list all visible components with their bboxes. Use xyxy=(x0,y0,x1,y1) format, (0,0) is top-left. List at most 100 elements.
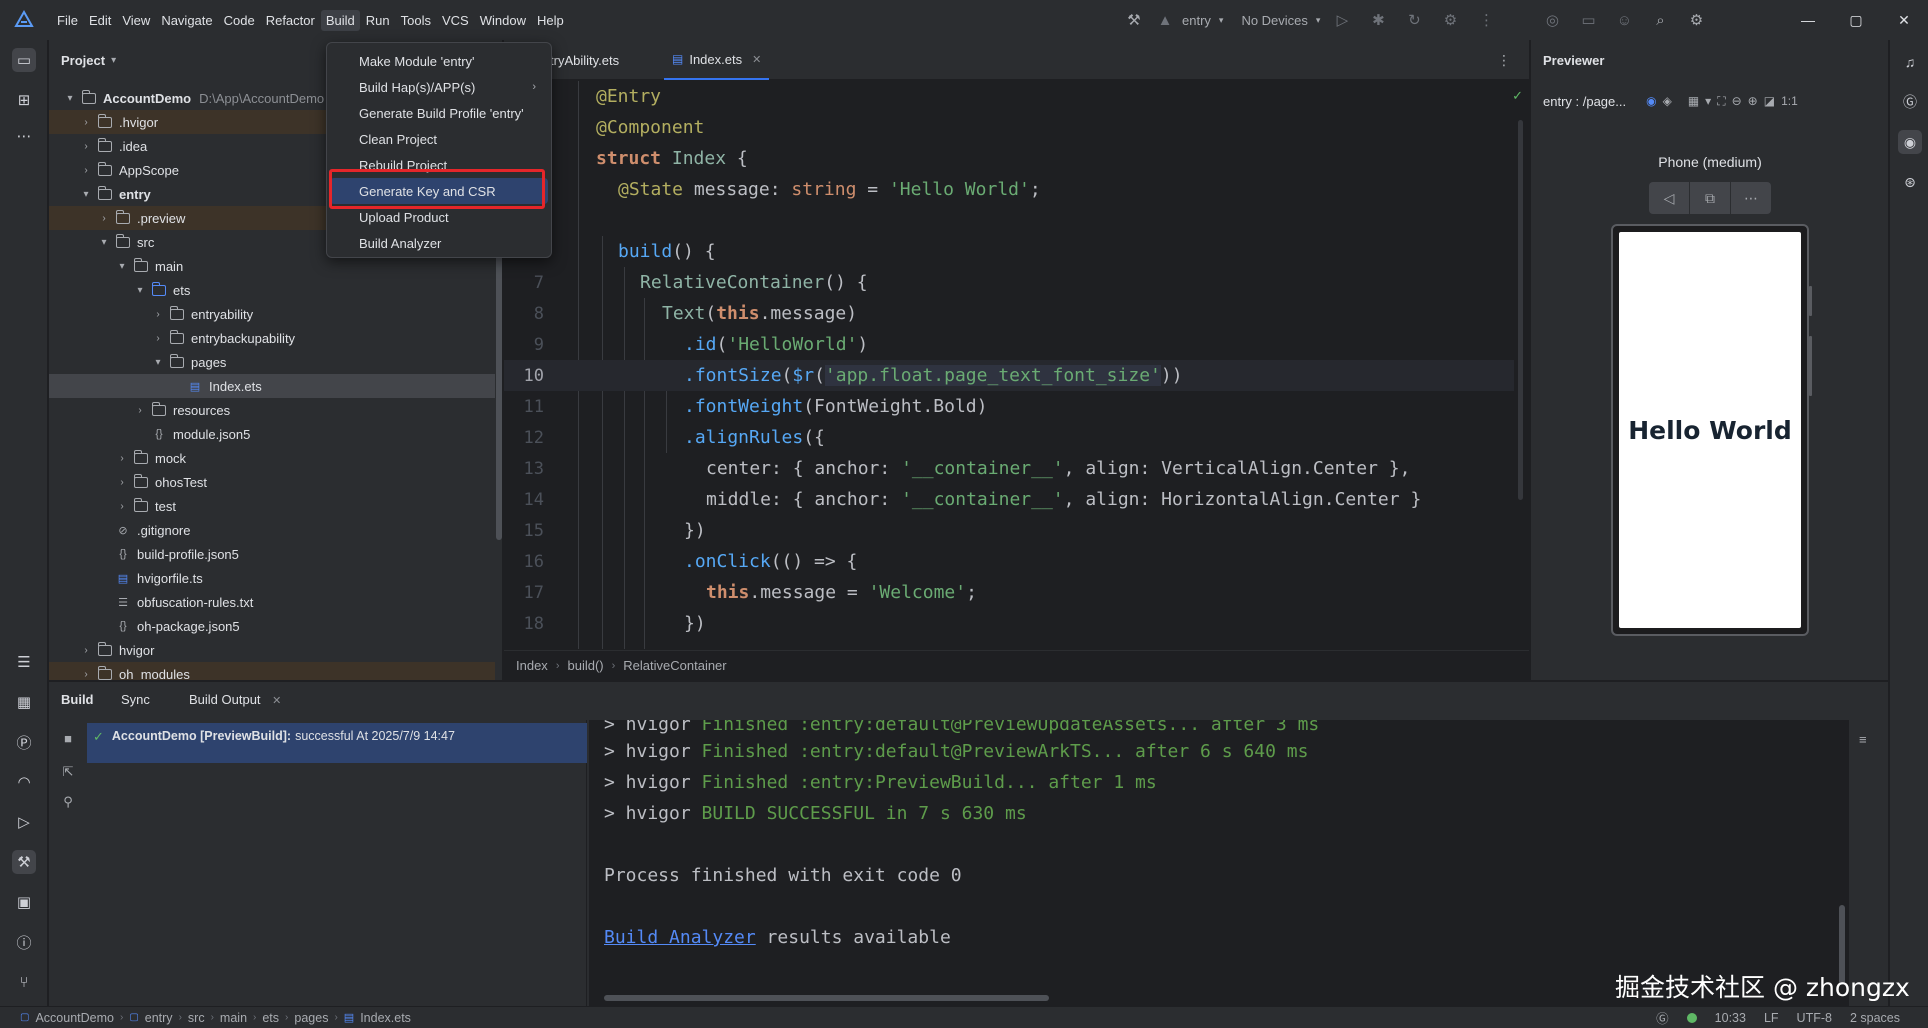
open-external-icon[interactable]: ⇱ xyxy=(60,764,76,780)
tree-item-entrybackupability[interactable]: › entrybackupability xyxy=(49,326,495,350)
breadcrumb-item[interactable]: Index xyxy=(516,658,548,673)
copilot-icon[interactable]: Ⓖ xyxy=(1898,90,1922,114)
status-path-item[interactable]: ets xyxy=(262,1011,279,1025)
menu-run[interactable]: Run xyxy=(361,10,395,31)
zoom-out-icon[interactable]: ⊖ xyxy=(1732,94,1742,108)
tab-entryability[interactable]: tryAbility.ets xyxy=(550,40,619,80)
tree-item-index-ets[interactable]: ▤ Index.ets xyxy=(49,374,495,398)
status-path-item[interactable]: entry xyxy=(145,1011,173,1025)
ratio-label[interactable]: 1:1 xyxy=(1781,94,1798,108)
build-console[interactable]: > hvigor Finished :entry:default@Preview… xyxy=(589,720,1849,1007)
menu-navigate[interactable]: Navigate xyxy=(156,10,217,31)
build-hammer-icon[interactable]: ⚒ xyxy=(12,850,36,874)
tree-item-module-json5[interactable]: {} module.json5 xyxy=(49,422,495,446)
grid-icon[interactable]: ▦ xyxy=(1688,94,1699,108)
structure-icon[interactable]: ⊞ xyxy=(12,88,36,112)
device-manager-icon[interactable]: ⊛ xyxy=(1898,170,1922,194)
services-icon[interactable]: ▷ xyxy=(12,810,36,834)
tree-item-ets[interactable]: ▾ ets xyxy=(49,278,495,302)
git-branch-icon[interactable]: ⑂ xyxy=(12,970,36,994)
maximize-icon[interactable]: ▢ xyxy=(1832,0,1880,40)
hammer-icon[interactable]: ⚒ xyxy=(1120,6,1148,34)
tree-item-pages[interactable]: ▾ pages xyxy=(49,350,495,374)
menu-edit[interactable]: Edit xyxy=(84,10,116,31)
tree-item-oh-modules[interactable]: › oh_modules xyxy=(49,662,495,680)
indent-setting[interactable]: 2 spaces xyxy=(1850,1011,1900,1025)
status-path-item[interactable]: pages xyxy=(294,1011,328,1025)
inspector-icon[interactable]: ◉ xyxy=(1646,94,1656,108)
close-icon[interactable]: ✕ xyxy=(752,53,761,66)
search-icon[interactable]: ⌕ xyxy=(1646,6,1674,34)
menu-item-clean-project[interactable]: Clean Project xyxy=(330,126,548,152)
tree-item-hvigor[interactable]: › hvigor xyxy=(49,638,495,662)
tree-item-gitignore[interactable]: ⊘ .gitignore xyxy=(49,518,495,542)
line-separator[interactable]: LF xyxy=(1764,1011,1779,1025)
menu-file[interactable]: File xyxy=(52,10,83,31)
tree-item-resources[interactable]: › resources xyxy=(49,398,495,422)
tree-item-ohostest[interactable]: › ohosTest xyxy=(49,470,495,494)
profiler-p-icon[interactable]: Ⓟ xyxy=(12,730,36,754)
table-icon[interactable]: ▦ xyxy=(12,690,36,714)
copilot-status-icon[interactable]: Ⓖ xyxy=(1656,1008,1669,1027)
user-icon[interactable]: ☺ xyxy=(1610,6,1638,34)
more-vertical-icon[interactable]: ⋮ xyxy=(1472,6,1500,34)
cursor-position[interactable]: 10:33 xyxy=(1715,1011,1746,1025)
soft-wrap-icon[interactable]: ≡ xyxy=(1859,732,1867,747)
menu-window[interactable]: Window xyxy=(475,10,531,31)
module-selector[interactable]: entry xyxy=(1182,13,1211,28)
page-selector[interactable]: entry : /page... xyxy=(1543,94,1626,109)
project-folder-icon[interactable]: ▭ xyxy=(12,48,36,72)
more-vertical-icon[interactable]: ⋮ xyxy=(1497,52,1511,69)
tree-item-oh-package[interactable]: {} oh-package.json5 xyxy=(49,614,495,638)
status-path-item[interactable]: Index.ets xyxy=(360,1011,411,1025)
todo-icon[interactable]: ☰ xyxy=(12,650,36,674)
status-path-item[interactable]: AccountDemo xyxy=(35,1011,114,1025)
menu-item-build-analyzer[interactable]: Build Analyzer xyxy=(330,230,548,256)
editor-scrollbar[interactable] xyxy=(1518,120,1523,500)
fit-icon[interactable]: ⛶ xyxy=(1717,94,1725,109)
device-selector[interactable]: No Devices xyxy=(1241,13,1307,28)
menu-item-generate-build-profile[interactable]: Generate Build Profile 'entry' xyxy=(330,100,548,126)
menu-code[interactable]: Code xyxy=(219,10,260,31)
reload-icon[interactable]: ↻ xyxy=(1400,6,1428,34)
file-encoding[interactable]: UTF-8 xyxy=(1797,1011,1832,1025)
menu-item-make-module[interactable]: Make Module 'entry' xyxy=(330,48,548,74)
pin-icon[interactable]: ⚲ xyxy=(60,794,76,810)
menu-build[interactable]: Build xyxy=(320,9,360,31)
tree-item-hvigorfile[interactable]: ▤ hvigorfile.ts xyxy=(49,566,495,590)
more-horizontal-icon[interactable]: ⋯ xyxy=(1731,182,1771,214)
close-icon[interactable]: ✕ xyxy=(1880,0,1928,40)
layers-icon[interactable]: ◈ xyxy=(1663,94,1672,108)
close-icon[interactable]: ✕ xyxy=(272,695,281,707)
folder-sync-icon[interactable]: ▭ xyxy=(1574,6,1602,34)
tab-build[interactable]: Build xyxy=(61,692,94,707)
preview-text[interactable]: Hello World xyxy=(1628,416,1792,445)
console-horizontal-scrollbar[interactable] xyxy=(604,995,1049,1001)
menu-refactor[interactable]: Refactor xyxy=(261,10,320,31)
problems-icon[interactable]: ⓘ xyxy=(12,930,36,954)
profiler-icon[interactable]: ⚙ xyxy=(1436,6,1464,34)
more-horizontal-icon[interactable]: ⋯ xyxy=(12,124,36,148)
build-result-item[interactable]: ✓ AccountDemo [PreviewBuild]: successful… xyxy=(87,723,587,763)
tab-sync[interactable]: Sync xyxy=(121,692,150,707)
tree-item-build-profile[interactable]: {} build-profile.json5 xyxy=(49,542,495,566)
zoom-in-icon[interactable]: ⊕ xyxy=(1748,94,1758,108)
menu-vcs[interactable]: VCS xyxy=(437,10,474,31)
menu-item-build-hap[interactable]: Build Hap(s)/APP(s) › xyxy=(330,74,548,100)
status-path-item[interactable]: main xyxy=(220,1011,247,1025)
breadcrumb-item[interactable]: RelativeContainer xyxy=(623,658,726,673)
wifi-icon[interactable]: ◠ xyxy=(12,770,36,794)
build-analyzer-link[interactable]: Build Analyzer xyxy=(604,927,756,948)
stop-icon[interactable]: ■ xyxy=(60,730,76,746)
gear-icon[interactable]: ⚙ xyxy=(1682,6,1710,34)
eye-icon[interactable]: ◉ xyxy=(1898,130,1922,154)
tree-item-mock[interactable]: › mock xyxy=(49,446,495,470)
rotate-icon[interactable]: ⧉ xyxy=(1690,182,1731,214)
tab-build-output[interactable]: Build Output ✕ xyxy=(189,692,281,707)
run-icon[interactable]: ▷ xyxy=(1328,6,1356,34)
menu-tools[interactable]: Tools xyxy=(396,10,436,31)
tab-index-ets[interactable]: ▤ Index.ets ✕ xyxy=(664,40,770,80)
debug-icon[interactable]: ✱ xyxy=(1364,6,1392,34)
terminal-icon[interactable]: ▣ xyxy=(12,890,36,914)
minimize-icon[interactable]: — xyxy=(1784,0,1832,40)
